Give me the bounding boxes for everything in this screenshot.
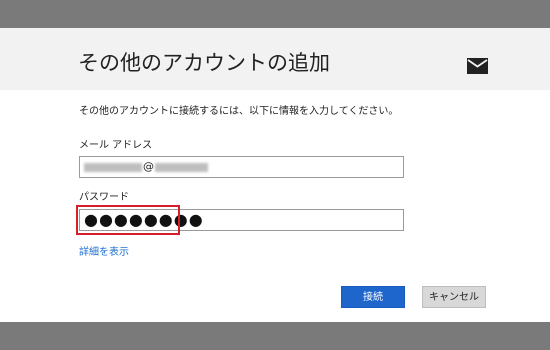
- email-at-symbol: @: [143, 160, 154, 173]
- show-details-link[interactable]: 詳細を表示: [79, 246, 129, 260]
- email-field[interactable]: @: [79, 156, 404, 178]
- cancel-button[interactable]: キャンセル: [422, 286, 486, 308]
- email-label: メール アドレス: [79, 140, 153, 151]
- password-label: パスワード: [79, 192, 129, 203]
- redacted-email-part-2: [155, 163, 208, 172]
- page-title: その他のアカウントの追加: [78, 51, 330, 75]
- instruction-text: その他のアカウントに接続するには、以下に情報を入力してください。: [79, 106, 399, 117]
- top-background-bar: [0, 0, 550, 28]
- bottom-background-bar: [0, 322, 550, 350]
- connect-button[interactable]: 接続: [341, 286, 405, 308]
- password-mask: ●●●●●●●●: [84, 210, 204, 229]
- redacted-email-part-1: [84, 163, 142, 172]
- password-field[interactable]: ●●●●●●●●: [79, 209, 404, 231]
- mail-icon: [467, 58, 488, 74]
